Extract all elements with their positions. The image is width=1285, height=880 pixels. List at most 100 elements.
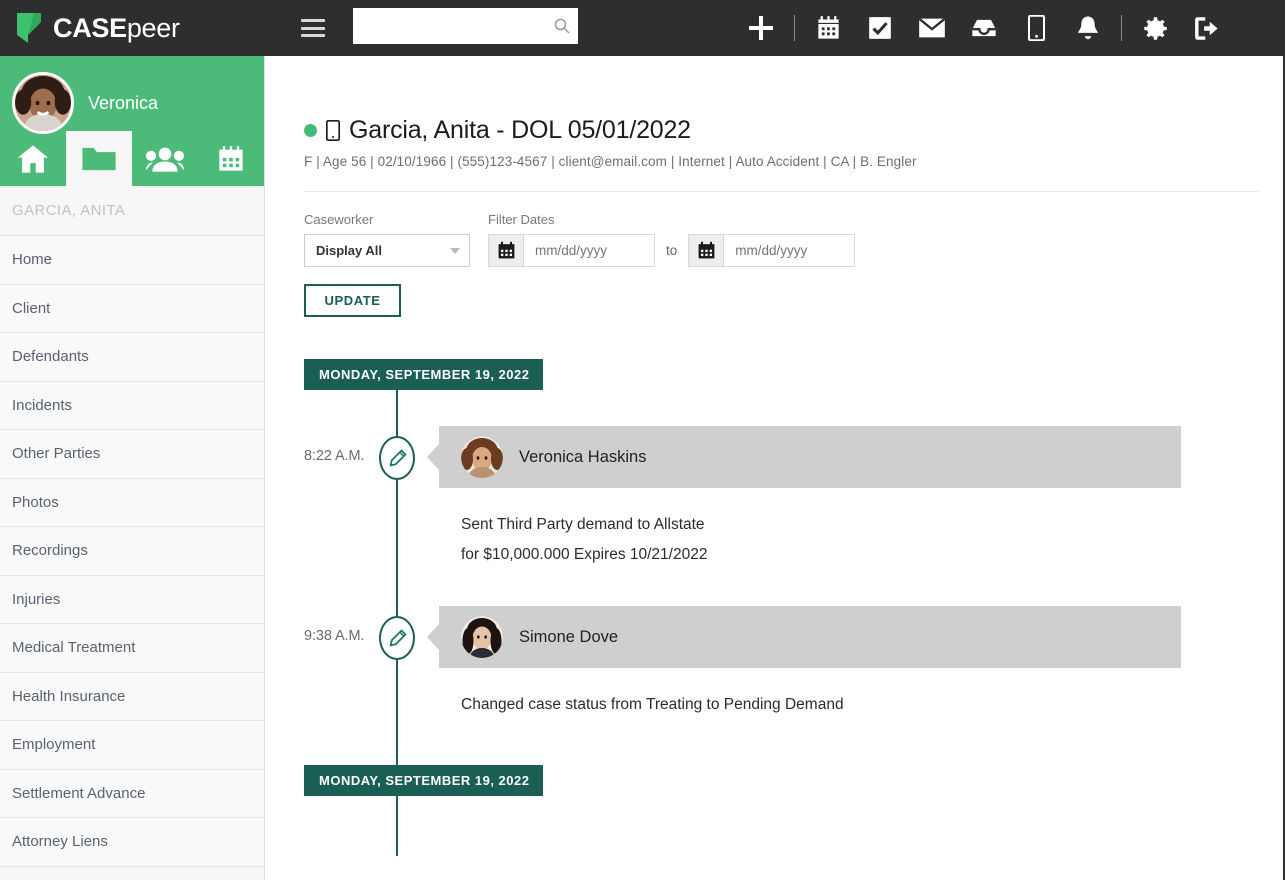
calendar-icon[interactable] [489, 235, 524, 266]
settings-gear-icon[interactable] [1129, 0, 1181, 56]
caseworker-select-value: Display All [316, 243, 382, 258]
hamburger-line [301, 19, 325, 22]
timeline-entry-body: Changed case status from Treating to Pen… [439, 668, 1199, 720]
hamburger-line [301, 34, 325, 37]
sidebar-item-label: Medical Treatment [12, 639, 136, 657]
avatar [461, 436, 503, 478]
calendar-icon[interactable] [802, 0, 854, 56]
sidebar-item-injuries[interactable]: Injuries [0, 575, 264, 624]
page-title: Garcia, Anita - DOL 05/01/2022 [304, 116, 1243, 145]
avatar [461, 616, 503, 659]
sidebar-item-label: Home [12, 251, 53, 269]
timeline-entry-author: Veronica Haskins [519, 447, 647, 466]
pencil-icon[interactable] [379, 436, 415, 480]
sidebar-item-label: Photos [12, 493, 59, 511]
sidebar-item-attorney-liens[interactable]: Attorney Liens [0, 818, 264, 867]
timeline-entry-body-line: Changed case status from Treating to Pen… [461, 696, 844, 714]
date-to-input[interactable] [724, 235, 855, 266]
date-to-field[interactable] [688, 234, 856, 267]
main-content: Garcia, Anita - DOL 05/01/2022 F | Age 5… [265, 56, 1285, 880]
timeline-entry-header: Simone Dove [427, 606, 1181, 669]
search-input[interactable] [363, 18, 554, 34]
sidebar-item-settlement-advance[interactable]: Settlement Advance [0, 769, 264, 818]
timeline-entry-body-line: for $10,000.000 Expires 10/21/2022 [461, 546, 708, 564]
sidebar-item-client[interactable]: Client [0, 284, 264, 333]
casepeer-logo-icon [14, 11, 44, 45]
sidebar-item-incidents[interactable]: Incidents [0, 381, 264, 430]
case-title-text: Garcia, Anita - DOL 05/01/2022 [349, 116, 691, 144]
menu-toggle-icon[interactable] [301, 19, 325, 37]
caseworker-label: Caseworker [304, 212, 374, 227]
global-search-box[interactable] [353, 8, 578, 44]
caseworker-select[interactable]: Display All [304, 234, 470, 267]
sidebar-user-panel: Veronica [0, 56, 264, 186]
date-from-field[interactable] [488, 234, 655, 267]
divider [794, 15, 795, 41]
sidebar-tab-row [0, 131, 264, 186]
sidebar-item-home[interactable]: Home [0, 236, 264, 285]
avatar [12, 72, 74, 134]
date-range-to-label: to [666, 243, 678, 258]
sidebar-item-other-parties[interactable]: Other Parties [0, 430, 264, 479]
sidebar-item-recordings[interactable]: Recordings [0, 527, 264, 576]
mobile-icon[interactable] [1010, 0, 1062, 56]
status-dot-icon [304, 124, 317, 137]
sidebar-item-label: Client [12, 299, 51, 317]
sidebar-tab-calendar[interactable] [198, 131, 264, 186]
case-meta-line: F | Age 56 | 02/10/1966 | (555)123-4567 … [304, 154, 917, 169]
sidebar-user-row[interactable]: Veronica [0, 56, 264, 134]
calendar-icon[interactable] [689, 235, 725, 266]
sidebar-item-label: Health Insurance [12, 687, 126, 705]
application-window: CASEpeer Veronica GARCIA, ANITA Home Cli… [0, 0, 1285, 880]
sidebar-item-employment[interactable]: Employment [0, 721, 264, 770]
update-button[interactable]: UPDATE [304, 284, 401, 317]
caseworker-filter-group: Caseworker Display All [304, 212, 470, 267]
tasks-checkbox-icon[interactable] [854, 0, 906, 56]
pencil-icon[interactable] [379, 616, 415, 661]
sidebar-tab-home[interactable] [0, 131, 66, 186]
filter-dates-group: Filter Dates to [488, 212, 856, 267]
sidebar-item-label: Employment [12, 736, 96, 754]
inbox-icon[interactable] [958, 0, 1010, 56]
activity-timeline: MONDAY, SEPTEMBER 19, 2022 8:22 A.M. Ver… [304, 359, 1243, 856]
filter-dates-label: Filter Dates [488, 212, 555, 227]
sidebar-item-label: Defendants [12, 348, 89, 366]
notifications-bell-icon[interactable] [1062, 0, 1114, 56]
email-icon[interactable] [906, 0, 958, 56]
top-icon-group [735, 0, 1233, 56]
timeline-entry-time: 8:22 A.M. [304, 448, 365, 464]
sidebar: Veronica GARCIA, ANITA Home Client Defen… [0, 56, 265, 880]
sidebar-tab-contacts[interactable] [132, 131, 198, 186]
brand-name: CASEpeer [53, 12, 180, 43]
mobile-icon [325, 119, 341, 142]
sidebar-tab-cases[interactable] [66, 131, 132, 186]
sidebar-item-medical-treatment[interactable]: Medical Treatment [0, 624, 264, 673]
timeline-entry-time: 9:38 A.M. [304, 628, 365, 645]
timeline-entry-body-line: Sent Third Party demand to Allstate [461, 516, 705, 533]
timeline-entry: 8:22 A.M. Veronica Haskins Sent Third Pa… [304, 426, 1243, 570]
timeline-date-banner: MONDAY, SEPTEMBER 19, 2022 [304, 359, 544, 390]
logout-icon[interactable] [1181, 0, 1233, 56]
brand-logo-area[interactable]: CASEpeer [0, 11, 265, 45]
date-range-row: to [488, 234, 856, 267]
divider [1121, 15, 1122, 41]
sidebar-case-name: GARCIA, ANITA [0, 186, 264, 236]
sidebar-item-label: Settlement Advance [12, 784, 146, 802]
date-from-input[interactable] [524, 235, 654, 266]
add-icon[interactable] [735, 0, 787, 56]
timeline-entry-body: Sent Third Party demand to Allstate for … [439, 488, 1199, 570]
sidebar-item-label: Recordings [12, 542, 88, 560]
sidebar-item-label: Other Parties [12, 445, 101, 463]
sidebar-item-label: Incidents [12, 396, 73, 414]
timeline-entry-header: Veronica Haskins [427, 426, 1181, 488]
sidebar-item-label: Injuries [12, 590, 61, 608]
sidebar-nav-list: Home Client Defendants Incidents Other P… [0, 236, 264, 867]
search-icon[interactable] [554, 18, 570, 34]
top-navigation-bar: CASEpeer [0, 0, 1285, 56]
timeline-entry-author: Simone Dove [519, 627, 619, 646]
sidebar-item-health-insurance[interactable]: Health Insurance [0, 672, 264, 721]
divider [304, 191, 1260, 192]
filter-bar: Caseworker Display All Filter Dates mm/d… [304, 212, 1243, 267]
sidebar-item-defendants[interactable]: Defendants [0, 333, 264, 382]
sidebar-item-photos[interactable]: Photos [0, 478, 264, 527]
